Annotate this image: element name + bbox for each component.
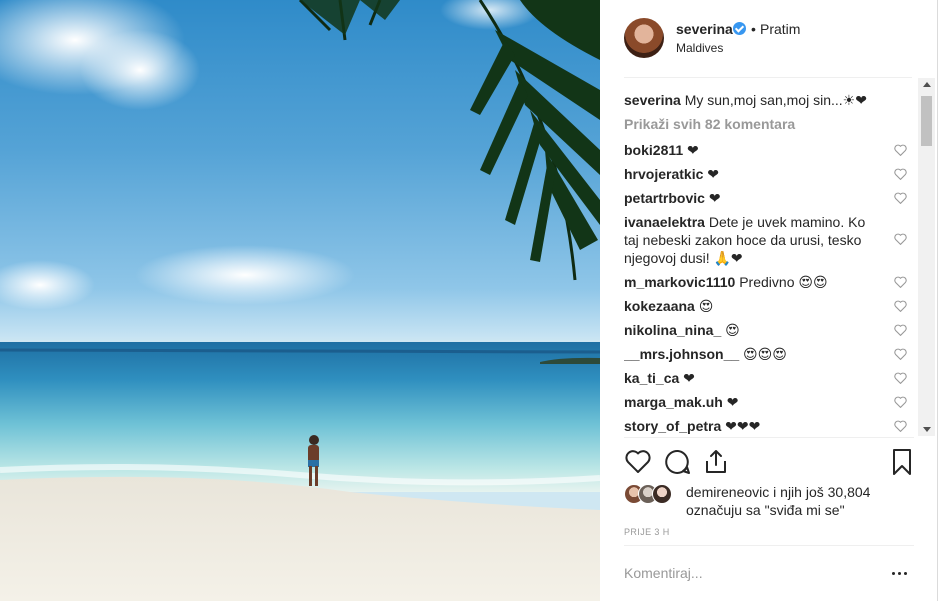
scroll-down-icon[interactable] [923, 427, 931, 432]
liker-avatar [652, 484, 672, 504]
heart-icon[interactable] [894, 324, 907, 336]
post-actions-bar [624, 448, 916, 478]
divider [624, 437, 914, 438]
header-separator: • [751, 21, 756, 37]
comment-text: ❤ [726, 394, 739, 410]
comment-text: ❤ [683, 370, 695, 386]
post-location[interactable]: Maldives [676, 41, 723, 55]
comment-item: marga_mak.uh ❤ [624, 393, 909, 411]
comments-list: severina My sun,moj san,moj sin...☀❤ Pri… [624, 88, 909, 436]
more-options-icon[interactable] [892, 566, 910, 580]
avatar[interactable] [624, 18, 664, 58]
likes-count[interactable]: demireneovic i njih još 30,804 [686, 484, 870, 500]
heart-icon[interactable] [624, 448, 652, 476]
comment-item: ka_ti_ca ❤ [624, 369, 909, 387]
comment-item: __mrs.johnson__ 😍😍😍 [624, 345, 909, 363]
divider [624, 77, 912, 78]
heart-icon[interactable] [894, 300, 907, 312]
comment-text: ❤ [707, 166, 719, 182]
heart-icon[interactable] [894, 168, 907, 180]
add-comment-input[interactable] [624, 562, 886, 584]
comment-item: hrvojeratkic ❤ [624, 165, 909, 183]
comment-text: ❤❤❤ [725, 418, 761, 434]
caption-username[interactable]: severina [624, 92, 681, 108]
post-photo[interactable] [0, 0, 600, 601]
heart-icon[interactable] [894, 348, 907, 360]
comment-username[interactable]: nikolina_nina_ [624, 322, 721, 338]
comment-username[interactable]: m_markovic1110 [624, 274, 735, 290]
comment-username[interactable]: petartrbovic [624, 190, 705, 206]
bookmark-icon[interactable] [888, 448, 916, 476]
comment-text: 😍😍😍 [743, 346, 787, 362]
comment-text: 😍 [725, 322, 740, 338]
comment-item: kokezaana 😍 [624, 297, 909, 315]
likes-summary: demireneovic i njih još 30,804 označuju … [624, 482, 914, 522]
post-header: severina • Pratim Maldives [624, 18, 914, 60]
comments-scrollbar[interactable] [918, 78, 935, 436]
verified-badge-icon [733, 22, 746, 35]
comment-username[interactable]: ka_ti_ca [624, 370, 679, 386]
comment-item: story_of_petra ❤❤❤ [624, 417, 909, 435]
comment-text: Predivno 😍😍 [739, 274, 828, 290]
post-timestamp[interactable]: PRIJE 3 H [624, 527, 670, 537]
divider [624, 545, 914, 546]
comment-username[interactable]: boki2811 [624, 142, 683, 158]
comment-item: nikolina_nina_ 😍 [624, 321, 909, 339]
comment-username[interactable]: ivanaelektra [624, 214, 705, 230]
comment-username[interactable]: __mrs.johnson__ [624, 346, 739, 362]
comment-username[interactable]: hrvojeratkic [624, 166, 703, 182]
heart-icon[interactable] [894, 276, 907, 288]
comment-username[interactable]: kokezaana [624, 298, 695, 314]
comment-item: ivanaelektra Dete je uvek mamino. Ko taj… [624, 213, 909, 267]
beach-scene-image [0, 0, 600, 601]
comment-item: boki2811 ❤ [624, 141, 909, 159]
follow-button[interactable]: Pratim [760, 21, 800, 37]
comment-text: ❤ [708, 190, 721, 206]
post-caption: severina My sun,moj san,moj sin...☀❤ [624, 91, 867, 109]
scroll-up-icon[interactable] [923, 82, 931, 87]
comment-item: m_markovic1110 Predivno 😍😍 [624, 273, 909, 291]
comment-username[interactable]: story_of_petra [624, 418, 721, 434]
comment-icon[interactable] [664, 448, 692, 476]
post-username[interactable]: severina [676, 21, 733, 37]
comment-text: ❤ [687, 142, 699, 158]
share-icon[interactable] [702, 448, 730, 476]
heart-icon[interactable] [894, 372, 907, 384]
scroll-thumb[interactable] [921, 96, 932, 146]
likes-caption: označuju sa "sviđa mi se" [686, 502, 845, 518]
heart-icon[interactable] [894, 144, 907, 156]
comment-item: petartrbovic ❤ [624, 189, 909, 207]
heart-icon[interactable] [894, 233, 907, 245]
comment-username[interactable]: marga_mak.uh [624, 394, 723, 410]
caption-text: My sun,moj san,moj sin...☀❤ [684, 92, 867, 108]
heart-icon[interactable] [894, 420, 907, 432]
heart-icon[interactable] [894, 192, 907, 204]
heart-icon[interactable] [894, 396, 907, 408]
post-side-panel: severina • Pratim Maldives severina My s… [600, 0, 938, 601]
view-all-comments-link[interactable]: Prikaži svih 82 komentara [624, 116, 795, 132]
comment-text: 😍 [698, 298, 714, 314]
